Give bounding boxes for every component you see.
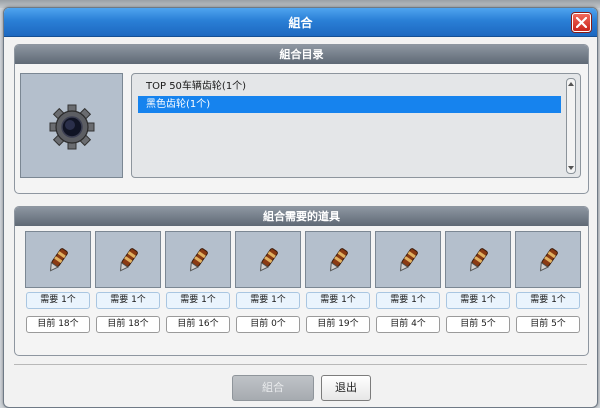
current-count: 目前 18个: [96, 316, 160, 333]
current-count: 目前 16个: [166, 316, 230, 333]
materials-header: 組合需要的道具: [15, 207, 588, 226]
item-slot[interactable]: [445, 231, 511, 288]
close-button[interactable]: [572, 13, 591, 32]
tool-item-icon: [329, 248, 348, 272]
tool-item-icon: [539, 248, 558, 272]
list-scrollbar[interactable]: [566, 78, 576, 174]
tool-item-icon: [189, 248, 208, 272]
item-slot[interactable]: [375, 231, 441, 288]
list-item-selected[interactable]: 黑色齿轮(1个): [138, 96, 561, 113]
current-count: 目前 19个: [306, 316, 370, 333]
current-count: 目前 4个: [376, 316, 440, 333]
need-count: 需要 1个: [516, 292, 580, 309]
close-icon: [576, 17, 587, 28]
need-count: 需要 1个: [306, 292, 370, 309]
tool-item-icon: [49, 248, 68, 272]
item-slot[interactable]: [95, 231, 161, 288]
dialog-title: 組合: [288, 16, 313, 30]
tool-item-icon: [399, 248, 418, 272]
list-item[interactable]: TOP 50车辆齿轮(1个): [138, 78, 561, 95]
current-count: 目前 5个: [446, 316, 510, 333]
item-slot[interactable]: [235, 231, 301, 288]
current-count: 目前 18个: [26, 316, 90, 333]
need-count: 需要 1个: [96, 292, 160, 309]
title-bar[interactable]: 組合: [4, 8, 597, 37]
current-count: 目前 5个: [516, 316, 580, 333]
materials-grid: 需要 1个 目前 18个 需要 1个 目前 18个 需要 1个 目前 16个 需…: [15, 231, 588, 351]
catalog-header: 組合目录: [15, 45, 588, 64]
combine-dialog: 組合 組合目录 TOP 50车辆齿轮(1个) 黑色齿轮(1个) 組合需要的道具 …: [3, 7, 598, 408]
item-slot[interactable]: [305, 231, 371, 288]
footer-divider: [14, 364, 587, 365]
catalog-list[interactable]: TOP 50车辆齿轮(1个) 黑色齿轮(1个): [131, 73, 581, 178]
preview-slot: [20, 73, 123, 178]
combine-button[interactable]: 組合: [232, 375, 314, 401]
catalog-panel: 組合目录 TOP 50车辆齿轮(1个) 黑色齿轮(1个): [14, 44, 589, 194]
scroll-down-arrow-icon[interactable]: [568, 166, 574, 170]
need-count: 需要 1个: [446, 292, 510, 309]
item-slot[interactable]: [515, 231, 581, 288]
need-count: 需要 1个: [376, 292, 440, 309]
need-count: 需要 1个: [26, 292, 90, 309]
materials-panel: 組合需要的道具 需要 1个 目前 18个 需要 1个 目前 18个 需要 1个 …: [14, 206, 589, 356]
tool-item-icon: [119, 248, 138, 272]
item-slot[interactable]: [25, 231, 91, 288]
gear-icon: [49, 104, 95, 150]
tool-item-icon: [469, 248, 488, 272]
tool-item-icon: [259, 248, 278, 272]
scroll-up-arrow-icon[interactable]: [568, 82, 574, 86]
need-count: 需要 1个: [166, 292, 230, 309]
current-count: 目前 0个: [236, 316, 300, 333]
exit-button[interactable]: 退出: [321, 375, 371, 401]
item-slot[interactable]: [165, 231, 231, 288]
need-count: 需要 1个: [236, 292, 300, 309]
